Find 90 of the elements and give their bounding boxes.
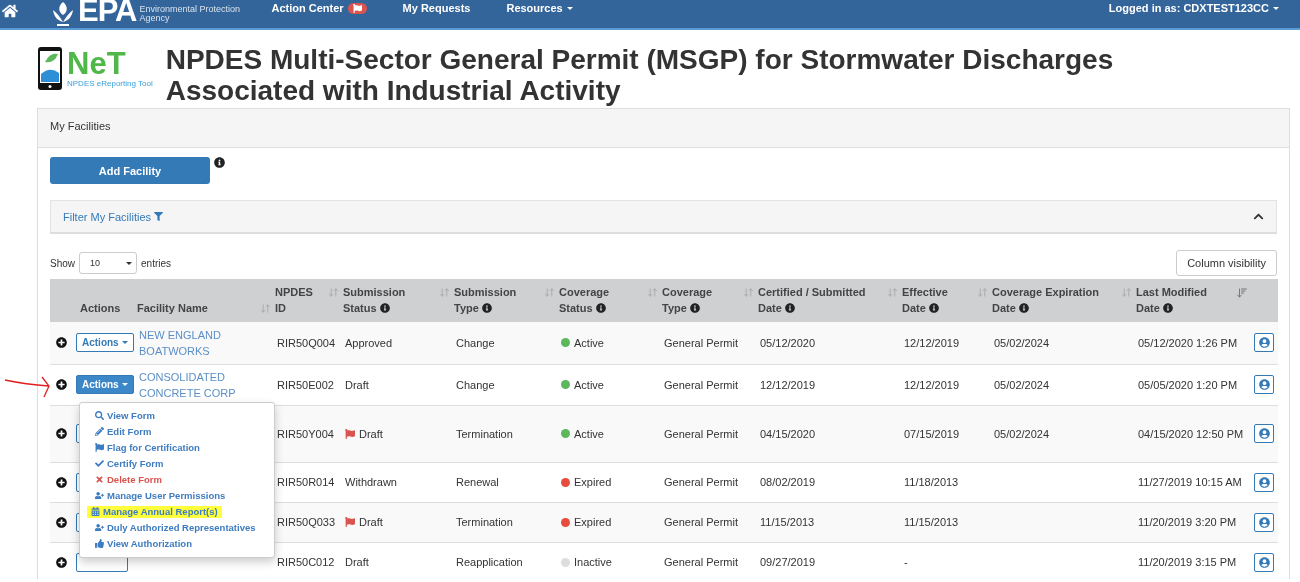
table-cell: 11/20/2019 3:15 PM [1134, 542, 1250, 582]
menu-item[interactable]: View Form [80, 407, 274, 424]
table-cell: Change [452, 322, 557, 364]
facility-link[interactable]: CONSOLIDATED CONCRETE CORP [139, 368, 259, 401]
table-cell-text: Withdrawn [345, 475, 397, 490]
nav-link[interactable]: My Requests [402, 0, 471, 14]
table-cell: RIR50E002 [273, 364, 341, 405]
column-header[interactable]: Coverage Expiration Date [990, 279, 1134, 322]
filter-link[interactable]: Filter My Facilities [63, 210, 163, 223]
menu-item[interactable]: Edit Form [80, 423, 274, 440]
table-cell: 04/15/2020 [756, 405, 900, 462]
agency-name: Environmental Protection Agency [139, 5, 241, 23]
table-cell: 12/12/2019 [900, 364, 990, 405]
table-cell: Termination [452, 502, 557, 542]
table-cell-text: Active [574, 335, 604, 351]
table-cell-text: Expired [574, 515, 612, 530]
table-cell: Termination [452, 405, 557, 462]
table-cell: Reapplication [452, 542, 557, 582]
table-cell-text: Draft [359, 426, 383, 442]
table-cell: 11/18/2013 [900, 462, 990, 502]
column-header[interactable]: NPDES ID [273, 279, 341, 322]
logo-text: EPA [78, 0, 137, 28]
table-cell-text: Active [574, 426, 604, 442]
actions-button[interactable]: Actions [76, 375, 134, 394]
nav-dropdown[interactable]: Resources [506, 0, 573, 14]
table-cell: 11/15/2013 [900, 502, 990, 542]
column-header[interactable]: Submission Status [341, 279, 452, 322]
table-cell: Renewal [452, 462, 557, 502]
table-cell: 05/02/2024 [990, 364, 1134, 405]
table-cell: 05/05/2020 1:20 PM [1134, 364, 1250, 405]
table-cell: 05/12/2020 1:26 PM [1134, 322, 1250, 364]
add-facility-button[interactable]: Add Facility [50, 157, 210, 184]
menu-item[interactable]: View Authorization [80, 535, 274, 552]
table-cell-text: Draft [345, 377, 369, 393]
menu-item[interactable]: Flag for Certification [80, 439, 274, 456]
menu-item[interactable]: Delete Form [80, 471, 274, 488]
table-cell-text: Approved [345, 335, 393, 351]
column-header[interactable]: Submission Type [452, 279, 557, 322]
table-cell: 12/12/2019 [900, 322, 990, 364]
table-cell: 12/12/2019 [756, 364, 900, 405]
table-cell-text: Draft [359, 515, 383, 530]
table-cell-text: Inactive [574, 555, 612, 570]
nav-link[interactable]: Action Center [271, 0, 367, 14]
table-cell: - [900, 542, 990, 582]
table-cell: 09/27/2019 [756, 542, 900, 582]
table-cell: 05/02/2024 [990, 322, 1134, 364]
page-title: NPDES Multi-Sector General Permit (MSGP) for Stormwater Discharges Associated with Industrial Activity [165, 44, 1115, 106]
table-cell: General Permit [660, 502, 756, 542]
table-cell: 07/15/2019 [900, 405, 990, 462]
table-cell: Change [452, 364, 557, 405]
facility-link[interactable]: NEW ENGLAND BOATWORKS [139, 326, 259, 359]
column-header[interactable]: Facility Name [135, 279, 273, 322]
table-cell: 11/27/2019 10:15 AM [1134, 462, 1250, 502]
menu-item[interactable]: Certify Form [80, 455, 274, 472]
table-cell: 04/15/2020 12:50 PM [1134, 405, 1250, 462]
table-cell: RIR50C012 [273, 542, 341, 582]
table-cell: RIR50R014 [273, 462, 341, 502]
table-cell: General Permit [660, 542, 756, 582]
app-name: NeT [67, 49, 127, 79]
table-cell-text: Active [574, 377, 604, 393]
table-cell: RIR50Q033 [273, 502, 341, 542]
column-header[interactable]: Certified / Submitted Date [756, 279, 900, 322]
menu-item[interactable]: Duly Authorized Representatives [80, 519, 274, 536]
table-cell: General Permit [660, 462, 756, 502]
table-cell: 11/20/2019 3:20 PM [1134, 502, 1250, 542]
column-header[interactable]: Effective Date [900, 279, 990, 322]
column-header[interactable]: Last Modified Date [1134, 279, 1250, 322]
actions-button[interactable]: Actions [76, 333, 134, 353]
panel-header: My Facilities [38, 109, 1289, 148]
entries-label: entries [141, 257, 172, 269]
table-cell: RIR50Y004 [273, 405, 341, 462]
column-header[interactable]: Actions [72, 279, 135, 322]
show-label: Show [50, 257, 75, 269]
column-header[interactable]: Coverage Status [557, 279, 660, 322]
page-size-select[interactable]: 10 [79, 252, 137, 274]
column-header[interactable]: Coverage Type [660, 279, 756, 322]
user-menu[interactable]: Logged in as: CDXTEST123CC [1108, 0, 1279, 14]
table-cell: General Permit [660, 322, 756, 364]
table-cell: RIR50Q004 [273, 322, 341, 364]
app-subtitle: NPDES eReporting Tool [67, 79, 153, 88]
table-cell: 11/15/2013 [756, 502, 900, 542]
table-cell: General Permit [660, 364, 756, 405]
table-cell: 05/02/2024 [990, 405, 1134, 462]
table-cell: 08/02/2019 [756, 462, 900, 502]
menu-item[interactable]: Manage User Permissions [80, 487, 274, 504]
table-cell: General Permit [660, 405, 756, 462]
column-visibility-button[interactable]: Column visibility [1176, 250, 1277, 276]
table-cell: 05/12/2020 [756, 322, 900, 364]
table-cell-text: Draft [345, 555, 369, 570]
table-cell-text: Expired [574, 475, 612, 490]
